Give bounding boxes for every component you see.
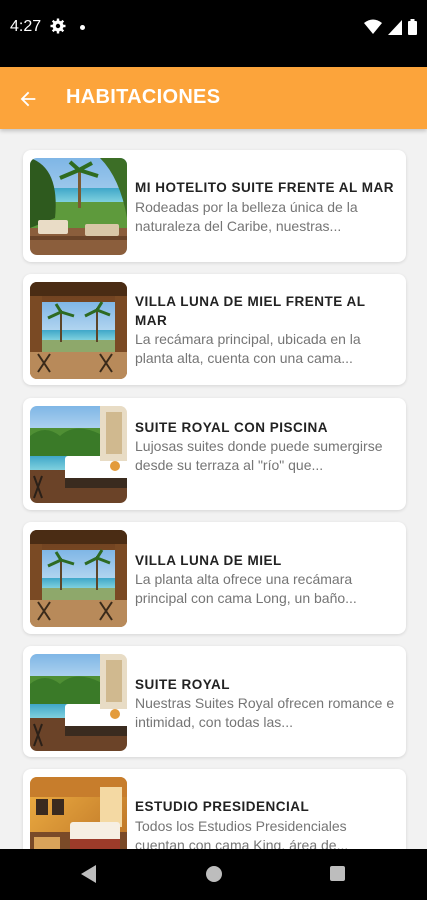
room-title: ESTUDIO PRESIDENCIAL [135,799,310,814]
back-button[interactable] [12,83,44,115]
room-image [30,158,127,255]
status-bar: 4:27 [0,0,427,67]
system-nav-bar [0,849,427,900]
room-card[interactable]: VILLA LUNA DE MIEL La planta alta ofrece… [23,522,406,634]
room-description: Nuestras Suites Royal ofrecen romance e … [135,695,395,730]
room-image [30,777,127,849]
room-image [30,654,127,751]
room-card[interactable]: VILLA LUNA DE MIEL FRENTE AL MAR La recá… [23,274,406,385]
room-image [30,282,127,379]
app-bar: HABITACIONES [0,67,427,129]
room-title: MI HOTELITO SUITE FRENTE AL MAR [135,180,395,195]
room-title: VILLA LUNA DE MIEL [135,553,282,568]
nav-back-icon[interactable] [81,865,97,883]
notification-dot-icon [80,25,85,30]
signal-icon [388,19,402,35]
room-card[interactable]: SUITE ROYAL CON PISCINA Lujosas suites d… [23,398,406,510]
nav-recents-icon[interactable] [330,866,345,881]
page-title: HABITACIONES [66,86,221,108]
settings-icon [50,18,66,34]
nav-home-icon[interactable] [206,866,222,882]
status-icons [364,18,417,36]
room-card[interactable]: MI HOTELITO SUITE FRENTE AL MAR Rodeadas… [23,150,406,262]
room-description: Lujosas suites donde puede sumergirse de… [135,438,383,473]
room-card[interactable]: SUITE ROYAL Nuestras Suites Royal ofrece… [23,646,406,757]
room-title: VILLA LUNA DE MIEL FRENTE AL MAR [135,294,366,328]
status-time: 4:27 [10,18,42,35]
room-image [30,530,127,627]
arrow-back-icon [20,91,36,107]
rooms-list: MI HOTELITO SUITE FRENTE AL MAR Rodeadas… [0,129,427,849]
room-card[interactable]: ESTUDIO PRESIDENCIAL Todos los Estudios … [23,769,406,849]
room-description: La recámara principal, ubicada en la pla… [135,331,361,366]
room-title: SUITE ROYAL [135,677,231,692]
room-description: Todos los Estudios Presidenciales cuenta… [135,818,349,849]
room-title: SUITE ROYAL CON PISCINA [135,420,329,435]
room-image [30,406,127,503]
wifi-icon [364,19,382,34]
room-description: Rodeadas por la belleza única de la natu… [135,199,358,234]
battery-icon [408,19,417,35]
room-description: La planta alta ofrece una recámara princ… [135,571,357,606]
